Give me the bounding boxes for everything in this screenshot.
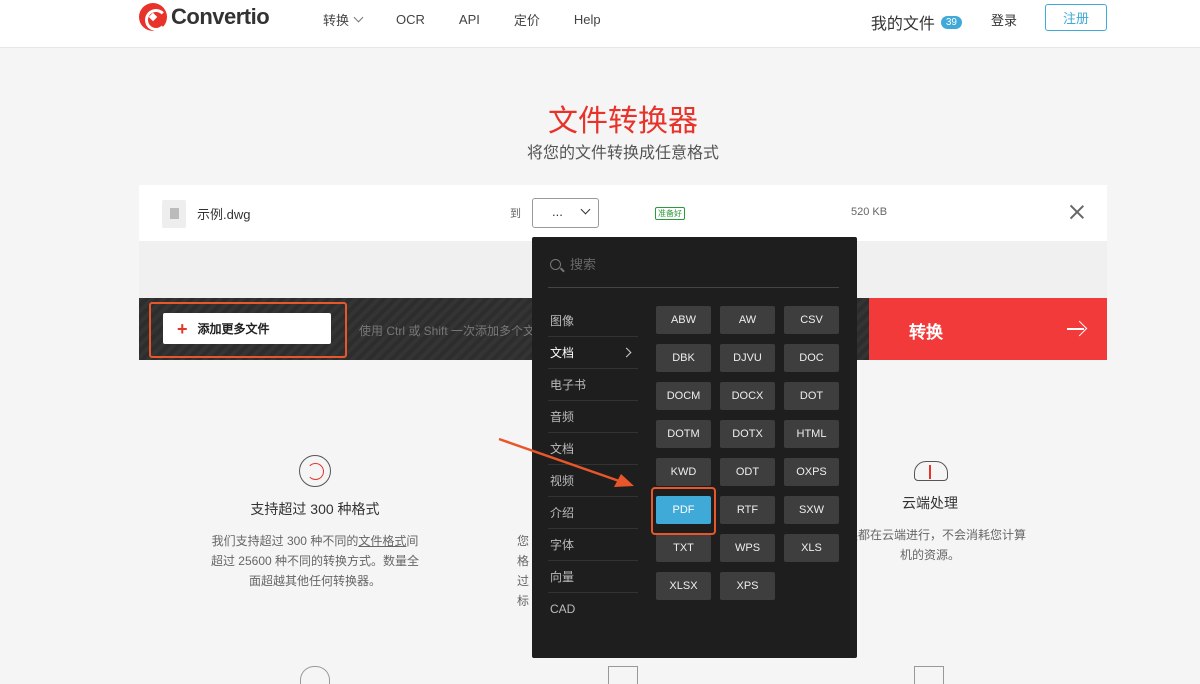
category-presentation[interactable]: 介绍	[548, 497, 638, 529]
multi-select-hint: 使用 Ctrl 或 Shift 一次添加多个文	[359, 324, 536, 338]
category-document-2[interactable]: 文档	[548, 433, 638, 465]
gear-icon	[300, 666, 330, 684]
format-option-xls[interactable]: XLS	[784, 534, 839, 562]
format-select[interactable]: ...	[532, 198, 599, 228]
document-icon	[914, 666, 944, 684]
my-files-label: 我的文件	[870, 16, 935, 33]
category-cad[interactable]: CAD	[548, 593, 638, 625]
format-option-dotm[interactable]: DOTM	[656, 420, 711, 448]
nav-convert-label: 转换	[323, 13, 350, 28]
search-icon	[550, 259, 561, 270]
register-button[interactable]: 注册	[1045, 4, 1107, 31]
format-search	[548, 255, 839, 288]
category-font[interactable]: 字体	[548, 529, 638, 561]
file-icon	[162, 200, 186, 228]
nav-pricing-label: 定价	[513, 13, 540, 28]
format-option-wps[interactable]: WPS	[720, 534, 775, 562]
convert-button[interactable]: 转换	[869, 298, 1107, 360]
feature-formats: 支持超过 300 种格式 我们支持超过 300 种不同的文件格式间超过 2560…	[210, 455, 420, 591]
format-option-abw[interactable]: ABW	[656, 306, 711, 334]
add-more-files-label: 添加更多文件	[197, 322, 270, 336]
page-title: 文件转换器	[548, 105, 698, 138]
login-link[interactable]: 登录	[991, 10, 1017, 29]
category-document[interactable]: 文档	[548, 337, 638, 369]
status-badge: 准备好	[655, 207, 685, 220]
format-select-value: ...	[552, 204, 563, 219]
logo-text: Convertio	[171, 4, 270, 29]
my-files-link[interactable]: 我的文件 39	[871, 10, 962, 34]
format-grid: ABW AW CSV DBK DJVU DOC DOCM DOCX DOT DOTM DOTX HTM…	[656, 306, 841, 600]
arrow-right-icon	[1067, 320, 1085, 338]
refresh-icon	[299, 455, 331, 487]
main-nav: 转换 OCR API 定价 Help	[323, 10, 601, 29]
category-video[interactable]: 视频	[548, 465, 638, 497]
nav-ocr-label: OCR	[396, 12, 425, 27]
close-icon[interactable]	[1069, 204, 1085, 220]
feature-formats-title: 支持超过 300 种格式	[250, 501, 380, 517]
format-option-txt[interactable]: TXT	[656, 534, 711, 562]
pdf-highlight	[651, 487, 716, 535]
chevron-down-icon	[580, 204, 591, 215]
feature-cloud: 云端处理 转换都在云端进行，不会消耗您计算机的资源。	[830, 455, 1030, 565]
category-audio[interactable]: 音频	[548, 401, 638, 433]
format-option-docm[interactable]: DOCM	[656, 382, 711, 410]
format-option-dot[interactable]: DOT	[784, 382, 839, 410]
format-dropdown: 图像 文档 电子书 音频 文档 视频 介绍 字体 向量 CAD ABW AW CSV…	[532, 237, 857, 658]
category-list: 图像 文档 电子书 音频 文档 视频 介绍 字体 向量 CAD	[548, 305, 638, 625]
convertio-logo-icon	[139, 3, 167, 31]
convert-button-label: 转换	[909, 323, 943, 342]
format-option-xlsx[interactable]: XLSX	[656, 572, 711, 600]
file-size: 520 KB	[851, 206, 888, 218]
format-option-dotx[interactable]: DOTX	[720, 420, 775, 448]
nav-help-label: Help	[573, 12, 601, 27]
feature-formats-desc: 我们支持超过 300 种不同的文件格式间超过 25600 种不同的转换方式。数量…	[210, 531, 420, 591]
feature-cloud-title: 云端处理	[902, 495, 958, 511]
feature-formats-desc-a: 我们支持超过 300 种不同的	[211, 534, 359, 548]
logo[interactable]: Convertio	[139, 3, 270, 31]
format-option-sxw[interactable]: SXW	[784, 496, 839, 524]
format-option-oxps[interactable]: OXPS	[784, 458, 839, 486]
category-ebook[interactable]: 电子书	[548, 369, 638, 401]
nav-api-label: API	[458, 12, 480, 27]
format-option-doc[interactable]: DOC	[784, 344, 839, 372]
file-row: 示例.dwg 到 ... 准备好 520 KB	[139, 185, 1107, 241]
category-vector[interactable]: 向量	[548, 561, 638, 593]
format-option-aw[interactable]: AW	[720, 306, 775, 334]
format-option-xps[interactable]: XPS	[720, 572, 775, 600]
file-formats-link[interactable]: 文件格式	[358, 534, 406, 548]
plus-icon: +	[177, 318, 188, 339]
nav-help[interactable]: Help	[574, 10, 601, 29]
cloud-upload-icon	[912, 455, 948, 481]
format-option-rtf[interactable]: RTF	[720, 496, 775, 524]
format-option-docx[interactable]: DOCX	[720, 382, 775, 410]
nav-ocr[interactable]: OCR	[396, 10, 425, 29]
page-subtitle: 将您的文件转换成任意格式	[526, 145, 719, 162]
feature-cloud-desc: 转换都在云端进行，不会消耗您计算机的资源。	[833, 528, 1026, 562]
nav-pricing[interactable]: 定价	[514, 10, 540, 29]
format-option-csv[interactable]: CSV	[784, 306, 839, 334]
format-option-dbk[interactable]: DBK	[656, 344, 711, 372]
to-label: 到	[510, 208, 521, 220]
category-image[interactable]: 图像	[548, 305, 638, 337]
format-option-djvu[interactable]: DJVU	[720, 344, 775, 372]
check-icon	[608, 666, 638, 684]
nav-convert[interactable]: 转换	[323, 10, 364, 29]
format-option-kwd[interactable]: KWD	[656, 458, 711, 486]
format-option-html[interactable]: HTML	[784, 420, 839, 448]
file-name: 示例.dwg	[197, 207, 251, 222]
nav-api[interactable]: API	[459, 10, 480, 29]
file-count-badge: 39	[940, 15, 962, 29]
format-option-odt[interactable]: ODT	[720, 458, 775, 486]
top-header: Convertio 转换 OCR API 定价 Help 我的文件 39 登录 …	[0, 0, 1200, 48]
chevron-down-icon	[353, 12, 364, 23]
search-input[interactable]	[570, 257, 830, 272]
add-more-files-button[interactable]: + 添加更多文件	[163, 313, 331, 344]
